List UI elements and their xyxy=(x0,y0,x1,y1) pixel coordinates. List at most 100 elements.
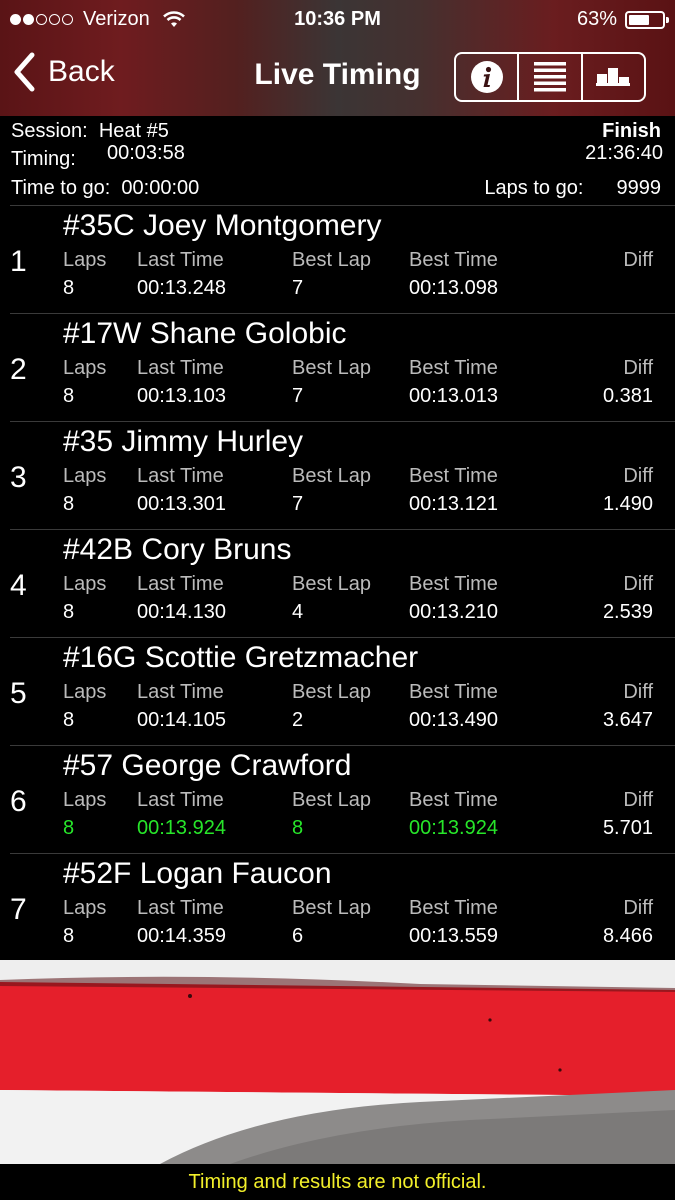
last-time-value: 00:13.301 xyxy=(137,493,226,515)
best-time-value: 00:13.098 xyxy=(409,277,498,299)
driver-name: #42B Cory Bruns xyxy=(63,533,292,566)
laps-header: Laps xyxy=(63,789,107,811)
diff-header: Diff xyxy=(623,681,653,703)
last-time-header: Last Time xyxy=(137,357,224,379)
position: 1 xyxy=(10,245,27,278)
list-icon xyxy=(533,62,566,92)
driver-name: #57 George Crawford xyxy=(63,749,352,782)
diff-value: 3.647 xyxy=(602,709,653,731)
laps-header: Laps xyxy=(63,357,107,379)
best-time-value: 00:13.490 xyxy=(409,709,498,731)
last-time-header: Last Time xyxy=(137,897,224,919)
timing-value: 00:03:58 xyxy=(107,142,185,164)
result-row[interactable]: 4 #42B Cory Bruns Laps Last Time Best Lap Bes… xyxy=(0,529,675,637)
last-time-header: Last Time xyxy=(137,465,224,487)
best-time-header: Best Time xyxy=(409,465,498,487)
position: 4 xyxy=(10,569,27,602)
track-curb-image xyxy=(0,960,675,1164)
position: 3 xyxy=(10,461,27,494)
result-row[interactable]: 5 #16G Scottie Gretzmacher Laps Last Time Be… xyxy=(0,637,675,745)
podium-button[interactable] xyxy=(580,54,644,100)
best-lap-value: 7 xyxy=(292,493,304,515)
diff-header: Diff xyxy=(623,789,653,811)
best-time-value: 00:13.559 xyxy=(409,925,498,947)
diff-value: 0.381 xyxy=(602,385,653,407)
diff-value: 2.539 xyxy=(602,601,653,623)
diff-value: 1.490 xyxy=(602,493,653,515)
chevron-left-icon xyxy=(14,52,35,92)
laps-value: 8 xyxy=(63,277,75,299)
best-lap-header: Best Lap xyxy=(292,681,371,703)
result-row[interactable]: 2 #17W Shane Golobic Laps Last Time Best Lap… xyxy=(0,313,675,421)
session-info: Session: Heat #5 Finish Timing: 00:03:58… xyxy=(0,116,675,206)
time-to-go-label: Time to go: xyxy=(11,177,111,199)
diff-header: Diff xyxy=(623,465,653,487)
session-label: Session: xyxy=(11,120,88,142)
session-label-group: Session: Heat #5 xyxy=(11,120,169,143)
driver-name: #52F Logan Faucon xyxy=(63,857,332,890)
laps-value: 8 xyxy=(63,385,75,407)
best-time-header: Best Time xyxy=(409,249,498,271)
battery-icon xyxy=(625,10,669,29)
result-row[interactable]: 6 #57 George Crawford Laps Last Time Best La… xyxy=(0,745,675,853)
result-row[interactable]: 1 #35C Joey Montgomery Laps Last Time Best L… xyxy=(0,205,675,313)
last-time-value: 00:14.359 xyxy=(137,925,226,947)
best-lap-header: Best Lap xyxy=(292,249,371,271)
driver-name: #16G Scottie Gretzmacher xyxy=(63,641,419,674)
timing-label: Timing: xyxy=(11,148,76,170)
last-time-header: Last Time xyxy=(137,681,224,703)
diff-header: Diff xyxy=(623,357,653,379)
position: 6 xyxy=(10,785,27,818)
session-status: Finish xyxy=(602,120,661,142)
best-time-header: Best Time xyxy=(409,681,498,703)
diff-header: Diff xyxy=(623,573,653,595)
best-lap-value: 4 xyxy=(292,601,304,623)
diff-value: 5.701 xyxy=(602,817,653,839)
disclaimer-footer: Timing and results are not official. xyxy=(0,1164,675,1200)
best-time-header: Best Time xyxy=(409,897,498,919)
best-time-header: Best Time xyxy=(409,357,498,379)
last-time-value: 00:13.924 xyxy=(137,817,226,839)
laps-header: Laps xyxy=(63,573,107,595)
position: 5 xyxy=(10,677,27,710)
row-divider xyxy=(10,205,675,206)
best-time-value: 00:13.924 xyxy=(409,817,498,839)
laps-to-go-value: 9999 xyxy=(616,177,662,199)
row-divider xyxy=(10,853,675,854)
back-button[interactable]: Back xyxy=(12,52,115,92)
row-divider xyxy=(10,637,675,638)
laps-to-go-group: Laps to go: 9999 xyxy=(484,177,661,200)
podium-icon xyxy=(596,68,631,86)
driver-name: #35C Joey Montgomery xyxy=(63,209,382,242)
row-divider xyxy=(10,421,675,422)
battery-percent: 63% xyxy=(576,8,617,30)
diff-value: 8.466 xyxy=(602,925,653,947)
laps-value: 8 xyxy=(63,601,75,623)
best-lap-value: 2 xyxy=(292,709,304,731)
clock-value: 21:36:40 xyxy=(585,142,663,164)
laps-value: 8 xyxy=(63,925,75,947)
best-time-value: 00:13.210 xyxy=(409,601,498,623)
info-button[interactable] xyxy=(456,54,517,100)
best-lap-header: Best Lap xyxy=(292,465,371,487)
info-icon xyxy=(470,61,503,93)
last-time-header: Last Time xyxy=(137,249,224,271)
best-lap-value: 6 xyxy=(292,925,304,947)
view-segmented-control xyxy=(454,52,646,102)
driver-name: #35 Jimmy Hurley xyxy=(63,425,304,458)
diff-header: Diff xyxy=(623,897,653,919)
position: 2 xyxy=(10,353,27,386)
list-view-button[interactable] xyxy=(517,54,580,100)
session-value: Heat #5 xyxy=(98,120,169,142)
laps-to-go-label: Laps to go: xyxy=(484,177,584,199)
result-row[interactable]: 7 #52F Logan Faucon Laps Last Time Best Lap B… xyxy=(0,853,675,961)
laps-header: Laps xyxy=(63,249,107,271)
result-row[interactable]: 3 #35 Jimmy Hurley Laps Last Time Best Lap Be… xyxy=(0,421,675,529)
best-lap-header: Best Lap xyxy=(292,897,371,919)
laps-header: Laps xyxy=(63,897,107,919)
curb-graphic xyxy=(0,960,675,1164)
row-divider xyxy=(10,313,675,314)
status-bar: Verizon 10:36 PM 63% xyxy=(0,0,675,38)
battery-fill xyxy=(629,14,650,25)
back-label: Back xyxy=(48,55,115,88)
